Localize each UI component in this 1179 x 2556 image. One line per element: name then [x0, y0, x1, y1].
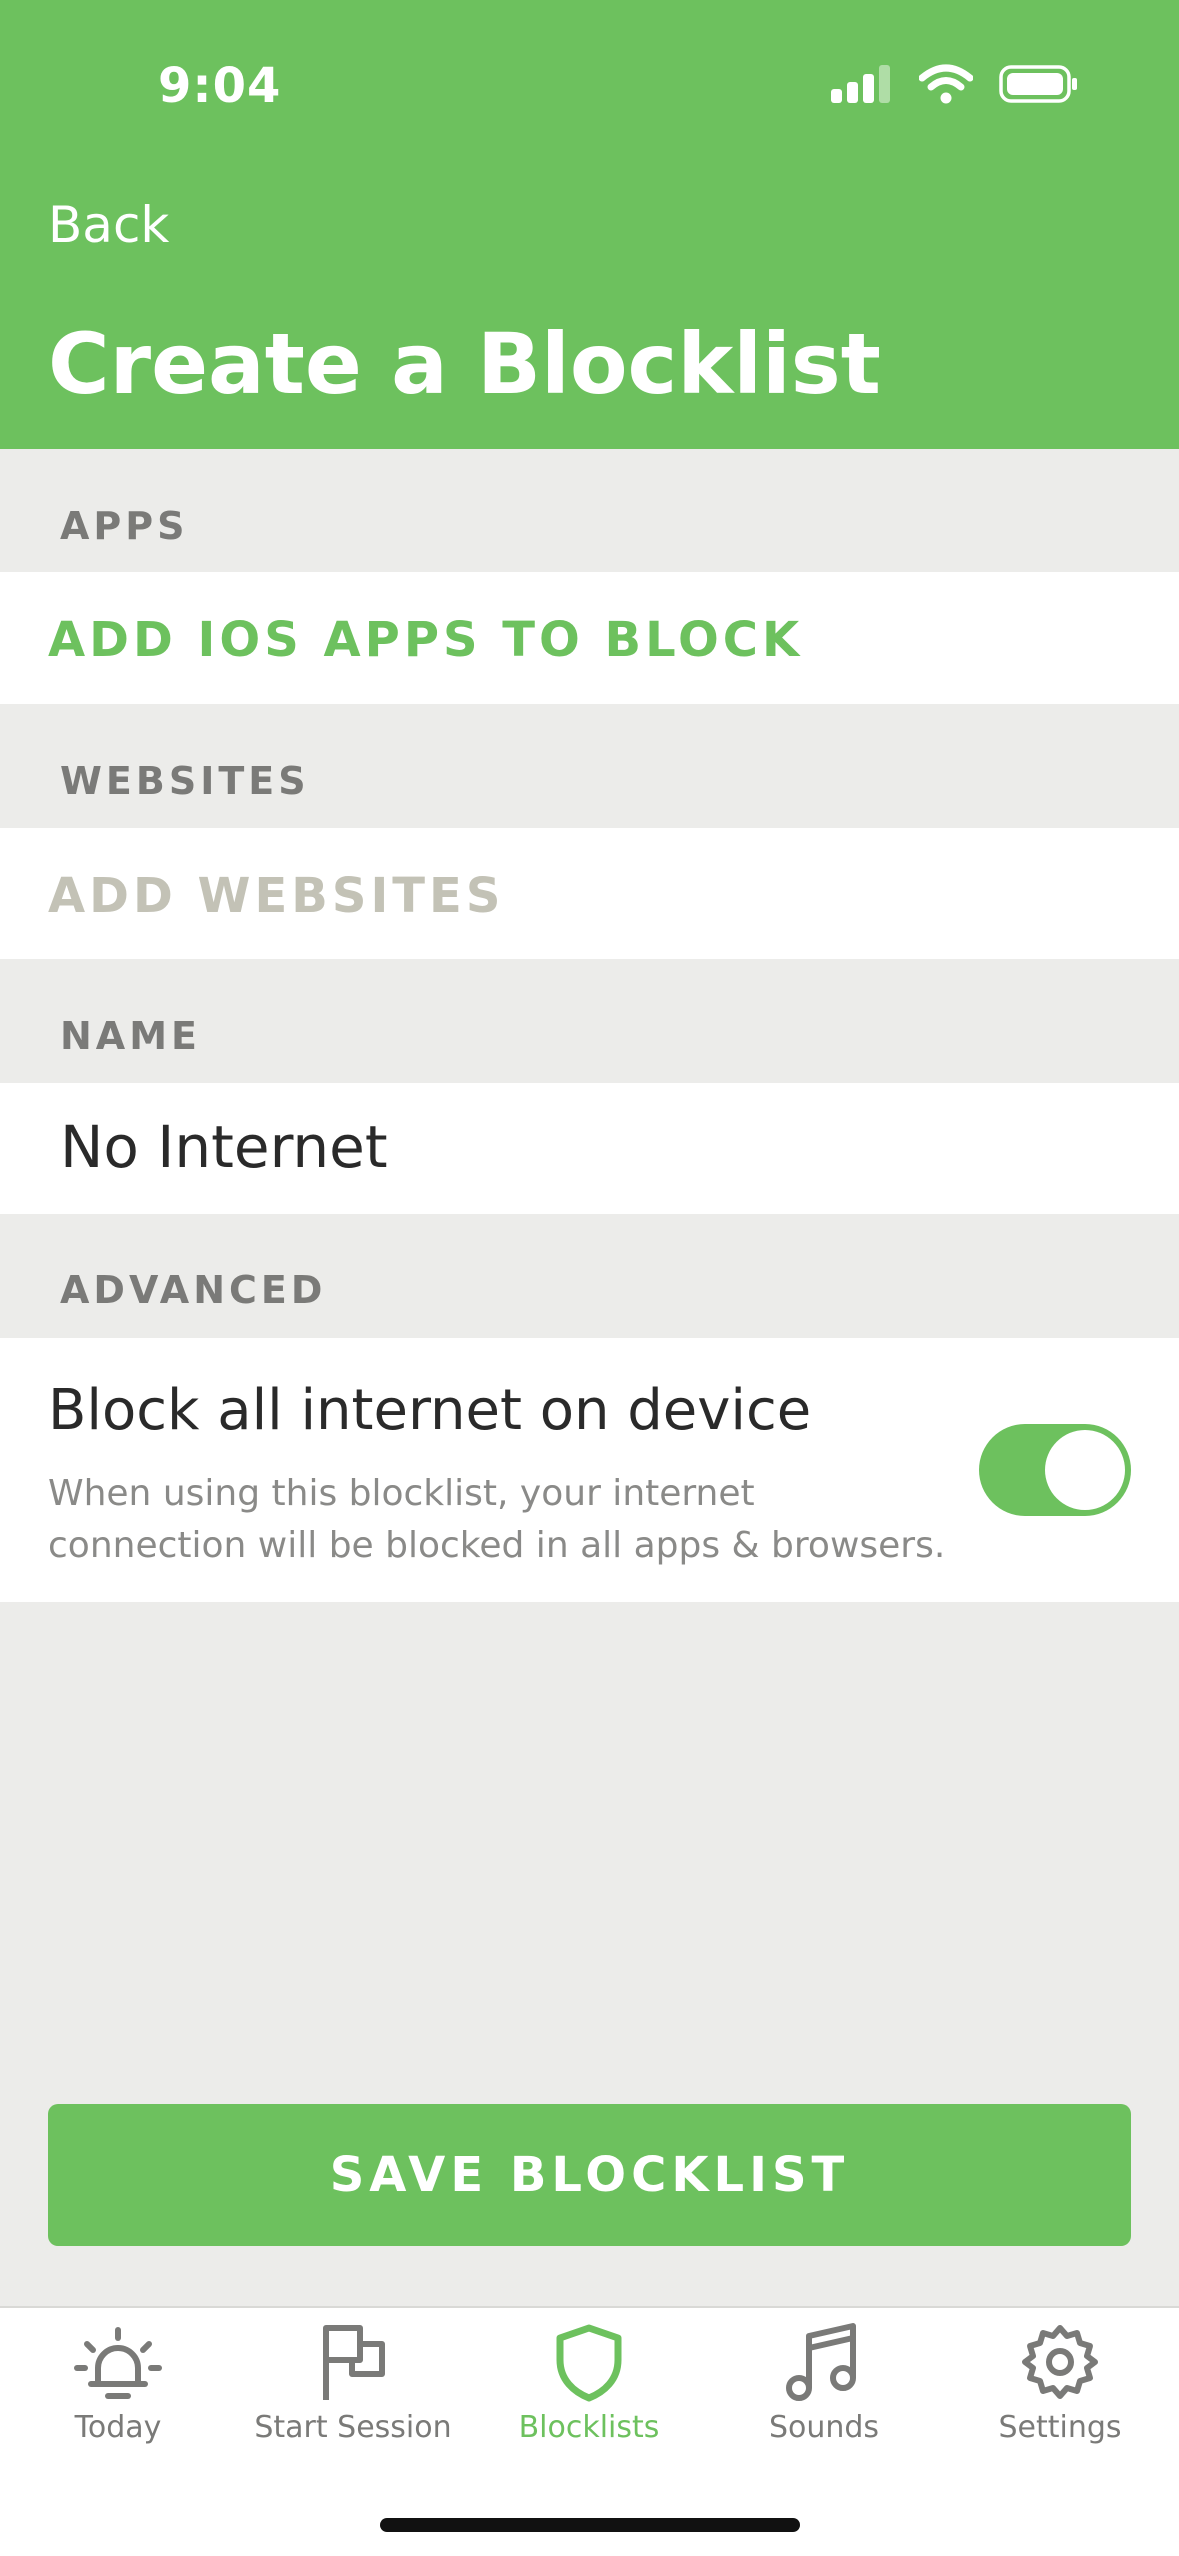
section-label-apps: APPS: [60, 504, 189, 548]
tab-settings[interactable]: Settings: [942, 2308, 1178, 2458]
header: 9:04 Back Create a Blocklist: [0, 0, 1179, 449]
block-internet-description-line1: When using this blocklist, your internet: [48, 1473, 755, 1514]
home-indicator[interactable]: [380, 2518, 800, 2532]
tab-start-session[interactable]: Start Session: [235, 2308, 471, 2458]
page-title: Create a Blocklist: [48, 315, 881, 413]
battery-icon: [999, 64, 1079, 108]
add-websites-button[interactable]: ADD WEBSITES: [48, 868, 504, 924]
tab-label-settings: Settings: [998, 2410, 1122, 2445]
wifi-icon: [918, 64, 974, 108]
name-row[interactable]: No Internet: [0, 1083, 1179, 1214]
save-blocklist-button[interactable]: SAVE BLOCKLIST: [48, 2104, 1131, 2246]
shield-icon: [544, 2308, 634, 2406]
block-internet-description-line2: connection will be blocked in all apps &…: [48, 1525, 946, 1567]
section-label-advanced: ADVANCED: [60, 1268, 327, 1312]
music-note-icon: [779, 2308, 869, 2406]
add-apps-row[interactable]: ADD IOS APPS TO BLOCK: [0, 572, 1179, 704]
block-internet-description: When using this blocklist, your internet…: [48, 1468, 945, 1572]
alarm-icon: [73, 2308, 163, 2406]
tab-label-start-session: Start Session: [254, 2410, 452, 2445]
tab-today[interactable]: Today: [0, 2308, 236, 2458]
section-label-name: NAME: [60, 1014, 201, 1058]
tab-label-today: Today: [74, 2410, 162, 2445]
tab-blocklists[interactable]: Blocklists: [471, 2308, 707, 2458]
add-apps-button[interactable]: ADD IOS APPS TO BLOCK: [48, 612, 803, 668]
section-label-websites: WEBSITES: [60, 759, 310, 803]
block-internet-row: Block all internet on device When using …: [0, 1338, 1179, 1602]
toggle-knob: [1045, 1430, 1125, 1510]
signal-icon: [831, 65, 893, 107]
tab-label-blocklists: Blocklists: [518, 2410, 660, 2445]
block-internet-title: Block all internet on device: [48, 1378, 812, 1443]
tab-sounds[interactable]: Sounds: [706, 2308, 942, 2458]
add-websites-row[interactable]: ADD WEBSITES: [0, 828, 1179, 959]
status-time: 9:04: [158, 58, 282, 114]
tab-label-sounds: Sounds: [768, 2410, 880, 2445]
flag-icon: [308, 2308, 398, 2406]
name-field[interactable]: No Internet: [60, 1113, 388, 1181]
gear-icon: [1015, 2308, 1105, 2406]
status-icons: [831, 64, 1079, 108]
block-internet-toggle[interactable]: [979, 1424, 1131, 1516]
back-button[interactable]: Back: [48, 196, 169, 254]
